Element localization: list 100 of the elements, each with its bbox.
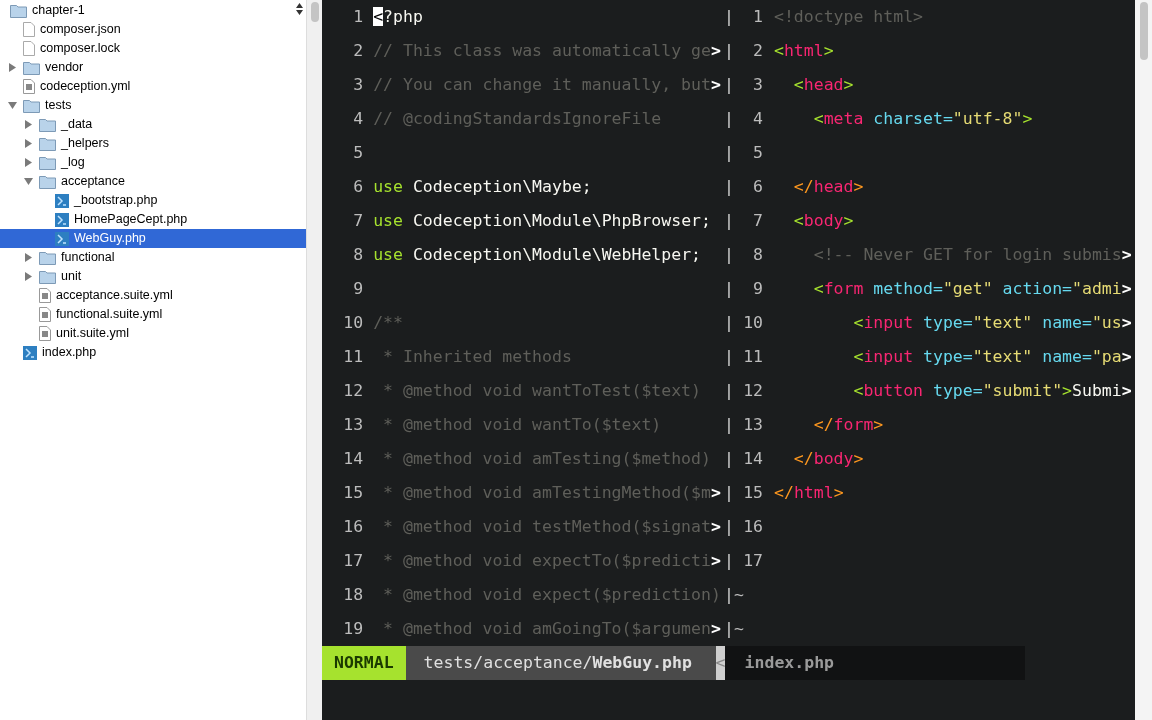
tree-item[interactable]: codeception.yml	[0, 77, 306, 96]
tree-item[interactable]: acceptance	[0, 172, 306, 191]
split-divider: |	[724, 141, 734, 164]
code-file-icon	[55, 231, 69, 246]
tree-item[interactable]: functional	[0, 248, 306, 267]
split-divider: |	[724, 39, 734, 62]
line-number: 18	[342, 583, 364, 606]
collapsed-triangle-icon[interactable]	[24, 272, 33, 281]
line-number: 17	[342, 549, 364, 572]
code-line: * @method void amTestingMethod($m>	[382, 482, 721, 502]
tree-item[interactable]: chapter-1	[0, 1, 306, 20]
code-line: <form method="get" action="admi>	[812, 278, 1132, 298]
code-line: <body>	[792, 210, 854, 230]
tree-item[interactable]: _data	[0, 115, 306, 134]
tree-item[interactable]: tests	[0, 96, 306, 115]
split-divider: |	[724, 175, 734, 198]
expanded-triangle-icon[interactable]	[24, 177, 33, 186]
tree-item[interactable]: _log	[0, 153, 306, 172]
split-divider: |	[724, 549, 734, 572]
tree-item[interactable]: unit	[0, 267, 306, 286]
line-number: 5	[352, 141, 364, 164]
tree-item[interactable]: index.php	[0, 343, 306, 362]
document-icon	[23, 41, 35, 56]
tree-item[interactable]: unit.suite.yml	[0, 324, 306, 343]
folder-icon	[23, 60, 40, 75]
code-line: use Codeception\Module\PhpBrowser;	[373, 210, 711, 230]
empty-line-tilde: ~	[734, 583, 744, 606]
folder-icon	[23, 98, 40, 113]
split-divider: |	[724, 345, 734, 368]
scrollbar-thumb[interactable]	[310, 2, 319, 22]
line-number: 1	[752, 5, 763, 28]
line-number: 10	[742, 311, 763, 334]
code-line: /**	[373, 312, 403, 332]
text-file-icon	[39, 326, 51, 341]
tree-item[interactable]: WebGuy.php	[0, 229, 306, 248]
line-number: 8	[352, 243, 364, 266]
line-number: 7	[752, 209, 763, 232]
line-number: 11	[742, 345, 763, 368]
code-line: * @method void testMethod($signat>	[382, 516, 721, 536]
line-number: 19	[342, 617, 364, 640]
split-divider: |	[724, 209, 734, 232]
split-divider: |	[724, 447, 734, 470]
line-number: 15	[742, 481, 763, 504]
collapsed-triangle-icon[interactable]	[8, 63, 17, 72]
code-line: * @method void wantTo($text)	[382, 414, 662, 434]
split-divider: |	[724, 515, 734, 538]
line-number: 2	[352, 39, 364, 62]
folder-icon	[39, 155, 56, 170]
folder-icon	[39, 269, 56, 284]
tree-item[interactable]: functional.suite.yml	[0, 305, 306, 324]
tree-item[interactable]: vendor	[0, 58, 306, 77]
collapsed-triangle-icon[interactable]	[24, 120, 33, 129]
line-number: 12	[342, 379, 364, 402]
tree-item[interactable]: composer.json	[0, 20, 306, 39]
line-number: 2	[752, 39, 763, 62]
line-number: 9	[352, 277, 364, 300]
code-line: <input type="text" name="us>	[852, 312, 1132, 332]
split-divider: |	[724, 107, 734, 130]
line-number: 17	[742, 549, 763, 572]
split-divider: |	[724, 311, 734, 334]
inactive-file-name: index.php	[724, 646, 1025, 680]
expanded-triangle-icon[interactable]	[8, 101, 17, 110]
tree-item[interactable]: _helpers	[0, 134, 306, 153]
tree-item[interactable]: _bootstrap.php	[0, 191, 306, 210]
code-file-icon	[55, 212, 69, 227]
code-line: </form>	[812, 414, 884, 434]
scrollbar-thumb[interactable]	[1139, 2, 1148, 60]
code-line: <input type="text" name="pa>	[852, 346, 1132, 366]
document-icon	[23, 22, 35, 37]
collapsed-triangle-icon[interactable]	[24, 139, 33, 148]
split-divider: |	[724, 617, 734, 640]
split-divider: |	[724, 243, 734, 266]
code-line: use Codeception\Module\WebHelper;	[373, 244, 701, 264]
sort-arrows-icon[interactable]	[296, 3, 303, 15]
line-number: 6	[352, 175, 364, 198]
line-number: 16	[342, 515, 364, 538]
line-number: 4	[352, 107, 364, 130]
code-line: </html>	[774, 482, 844, 502]
code-line: use Codeception\Maybe;	[373, 176, 592, 196]
code-line: * @method void amGoingTo($argumen>	[382, 618, 721, 638]
line-number: 16	[742, 515, 763, 538]
tree-item[interactable]: acceptance.suite.yml	[0, 286, 306, 305]
code-line: <meta charset="utf-8">	[812, 108, 1033, 128]
tree-item[interactable]: HomePageCept.php	[0, 210, 306, 229]
code-line: // This class was automatically ge>	[373, 40, 721, 60]
line-number: 7	[352, 209, 364, 232]
code-line: * @method void expectTo($predicti>	[382, 550, 721, 570]
tree-item[interactable]: composer.lock	[0, 39, 306, 58]
folder-icon	[39, 174, 56, 189]
code-line: </body>	[792, 448, 864, 468]
line-number: 15	[342, 481, 364, 504]
code-line: <html>	[774, 40, 834, 60]
code-line: <!doctype html>	[774, 6, 923, 26]
collapsed-triangle-icon[interactable]	[24, 158, 33, 167]
split-divider: |	[724, 379, 734, 402]
split-divider: |	[724, 73, 734, 96]
collapsed-triangle-icon[interactable]	[24, 253, 33, 262]
line-number: 8	[752, 243, 763, 266]
text-file-icon	[39, 288, 51, 303]
text-file-icon	[23, 79, 35, 94]
